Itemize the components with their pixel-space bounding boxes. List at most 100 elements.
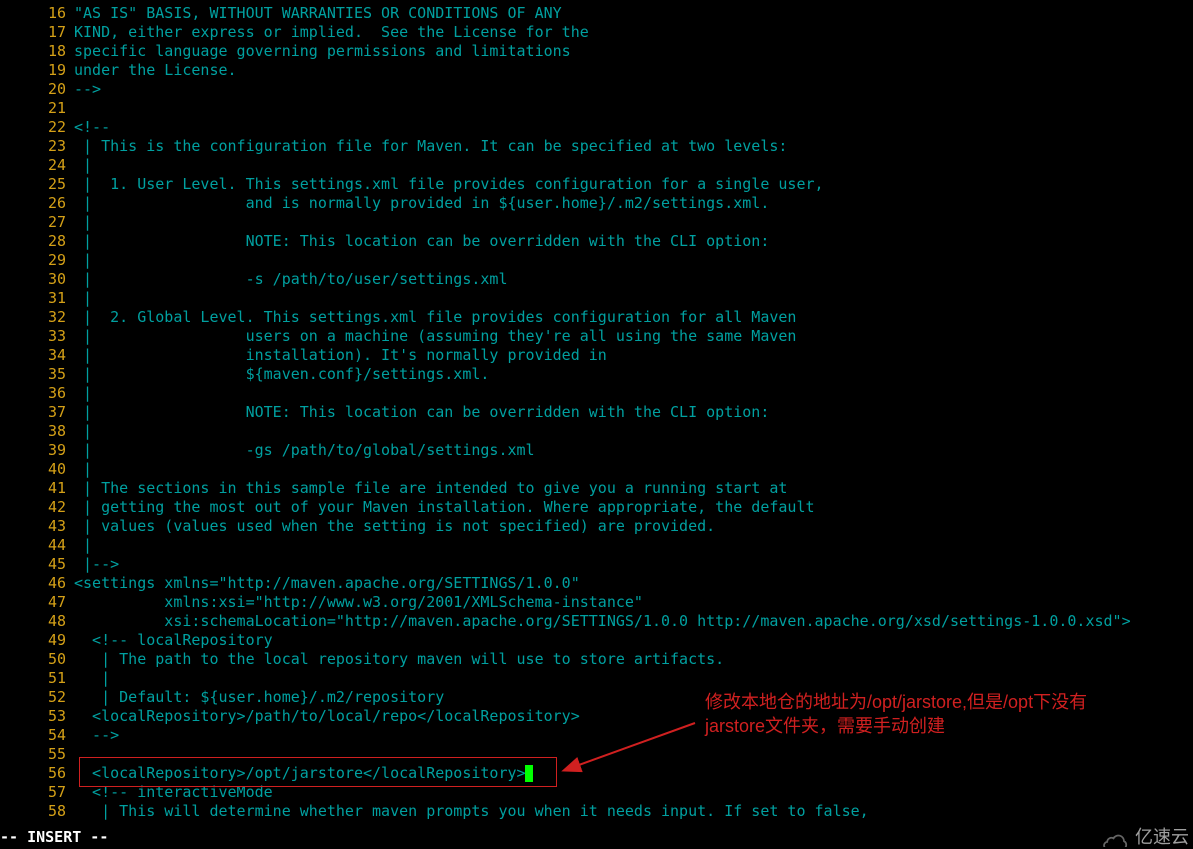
vim-status-bar: -- INSERT -- — [0, 828, 108, 847]
code-text: KIND, either express or implied. See the… — [74, 23, 589, 42]
line-number: 49 — [0, 631, 74, 650]
code-line[interactable]: 20--> — [0, 80, 1193, 99]
code-text: | Default: ${user.home}/.m2/repository — [74, 688, 444, 707]
line-number: 51 — [0, 669, 74, 688]
watermark: 亿速云 — [1103, 827, 1189, 847]
code-line[interactable]: 27 | — [0, 213, 1193, 232]
line-number: 58 — [0, 802, 74, 821]
line-number: 16 — [0, 4, 74, 23]
code-text: | This is the configuration file for Mav… — [74, 137, 787, 156]
line-number: 26 — [0, 194, 74, 213]
code-line[interactable]: 35 | ${maven.conf}/settings.xml. — [0, 365, 1193, 384]
code-text: | — [74, 384, 92, 403]
code-text: | 1. User Level. This settings.xml file … — [74, 175, 824, 194]
code-text: | The sections in this sample file are i… — [74, 479, 787, 498]
code-line[interactable]: 39 | -gs /path/to/global/settings.xml — [0, 441, 1193, 460]
code-line[interactable]: 17KIND, either express or implied. See t… — [0, 23, 1193, 42]
code-text: | — [74, 213, 92, 232]
code-text: <!-- — [74, 118, 110, 137]
code-line[interactable]: 30 | -s /path/to/user/settings.xml — [0, 270, 1193, 289]
line-number: 43 — [0, 517, 74, 536]
line-number: 29 — [0, 251, 74, 270]
code-text: | — [74, 669, 110, 688]
code-line[interactable]: 18specific language governing permission… — [0, 42, 1193, 61]
line-number: 24 — [0, 156, 74, 175]
code-text: | — [74, 251, 92, 270]
line-number: 41 — [0, 479, 74, 498]
line-number: 55 — [0, 745, 74, 764]
code-text: xsi:schemaLocation="http://maven.apache.… — [74, 612, 1131, 631]
code-line[interactable]: 45 |--> — [0, 555, 1193, 574]
code-line[interactable]: 50 | The path to the local repository ma… — [0, 650, 1193, 669]
code-line[interactable]: 57 <!-- interactiveMode — [0, 783, 1193, 802]
code-text: |--> — [74, 555, 119, 574]
code-line[interactable]: 31 | — [0, 289, 1193, 308]
code-line[interactable]: 36 | — [0, 384, 1193, 403]
line-number: 33 — [0, 327, 74, 346]
code-text: | installation). It's normally provided … — [74, 346, 607, 365]
line-number: 36 — [0, 384, 74, 403]
code-line[interactable]: 23 | This is the configuration file for … — [0, 137, 1193, 156]
code-line[interactable]: 47 xmlns:xsi="http://www.w3.org/2001/XML… — [0, 593, 1193, 612]
code-line[interactable]: 42 | getting the most out of your Maven … — [0, 498, 1193, 517]
code-text: | — [74, 536, 92, 555]
line-number: 50 — [0, 650, 74, 669]
code-text: | This will determine whether maven prom… — [74, 802, 869, 821]
cloud-icon — [1103, 827, 1131, 847]
code-line[interactable]: 33 | users on a machine (assuming they'r… — [0, 327, 1193, 346]
code-line[interactable]: 55 — [0, 745, 1193, 764]
line-number: 40 — [0, 460, 74, 479]
line-number: 37 — [0, 403, 74, 422]
code-line[interactable]: 43 | values (values used when the settin… — [0, 517, 1193, 536]
code-line[interactable]: 19under the License. — [0, 61, 1193, 80]
code-line[interactable]: 37 | NOTE: This location can be overridd… — [0, 403, 1193, 422]
line-number: 47 — [0, 593, 74, 612]
line-number: 32 — [0, 308, 74, 327]
code-text: xmlns:xsi="http://www.w3.org/2001/XMLSch… — [74, 593, 643, 612]
code-line[interactable]: 41 | The sections in this sample file ar… — [0, 479, 1193, 498]
line-number: 39 — [0, 441, 74, 460]
code-line[interactable]: 34 | installation). It's normally provid… — [0, 346, 1193, 365]
code-line[interactable]: 38 | — [0, 422, 1193, 441]
code-text: <!-- interactiveMode — [74, 783, 273, 802]
code-line[interactable]: 49 <!-- localRepository — [0, 631, 1193, 650]
line-number: 52 — [0, 688, 74, 707]
code-text: | getting the most out of your Maven ins… — [74, 498, 815, 517]
code-line[interactable]: 51 | — [0, 669, 1193, 688]
code-text: | and is normally provided in ${user.hom… — [74, 194, 769, 213]
code-text: | -s /path/to/user/settings.xml — [74, 270, 507, 289]
code-line[interactable]: 44 | — [0, 536, 1193, 555]
line-number: 21 — [0, 99, 74, 118]
code-line[interactable]: 21 — [0, 99, 1193, 118]
line-number: 34 — [0, 346, 74, 365]
code-text: | 2. Global Level. This settings.xml fil… — [74, 308, 796, 327]
code-text: | — [74, 460, 92, 479]
code-line[interactable]: 32 | 2. Global Level. This settings.xml … — [0, 308, 1193, 327]
code-line[interactable]: 46<settings xmlns="http://maven.apache.o… — [0, 574, 1193, 593]
code-text: <settings xmlns="http://maven.apache.org… — [74, 574, 580, 593]
code-text: "AS IS" BASIS, WITHOUT WARRANTIES OR CON… — [74, 4, 562, 23]
code-line[interactable]: 26 | and is normally provided in ${user.… — [0, 194, 1193, 213]
code-text: | — [74, 289, 92, 308]
line-number: 19 — [0, 61, 74, 80]
code-line[interactable]: 22<!-- — [0, 118, 1193, 137]
code-line[interactable]: 58 | This will determine whether maven p… — [0, 802, 1193, 821]
code-line[interactable]: 40 | — [0, 460, 1193, 479]
code-text: | values (values used when the setting i… — [74, 517, 715, 536]
code-line[interactable]: 29 | — [0, 251, 1193, 270]
code-text: | The path to the local repository maven… — [74, 650, 724, 669]
code-text: | — [74, 422, 92, 441]
code-line[interactable]: 48 xsi:schemaLocation="http://maven.apac… — [0, 612, 1193, 631]
code-line[interactable]: 28 | NOTE: This location can be overridd… — [0, 232, 1193, 251]
line-number: 38 — [0, 422, 74, 441]
code-line[interactable]: 25 | 1. User Level. This settings.xml fi… — [0, 175, 1193, 194]
code-text: --> — [74, 80, 101, 99]
code-line[interactable]: 24 | — [0, 156, 1193, 175]
code-line[interactable]: 56 <localRepository>/opt/jarstore</local… — [0, 764, 1193, 783]
code-text: | NOTE: This location can be overridden … — [74, 232, 769, 251]
line-number: 25 — [0, 175, 74, 194]
code-text: specific language governing permissions … — [74, 42, 571, 61]
code-line[interactable]: 16"AS IS" BASIS, WITHOUT WARRANTIES OR C… — [0, 4, 1193, 23]
code-text: | NOTE: This location can be overridden … — [74, 403, 769, 422]
code-text: <localRepository>/path/to/local/repo</lo… — [74, 707, 580, 726]
